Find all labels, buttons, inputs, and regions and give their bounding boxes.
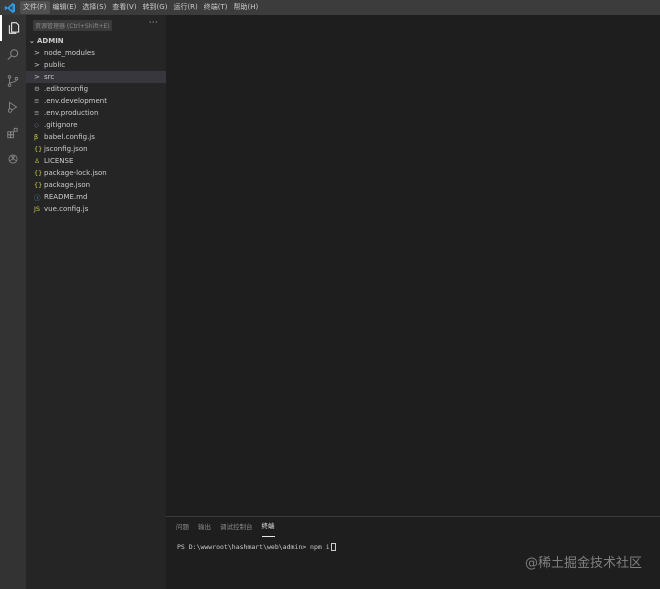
chevron-right-icon: >: [34, 61, 40, 69]
tree-file[interactable]: ◇ .gitignore: [26, 119, 166, 131]
extensions-icon[interactable]: [0, 120, 26, 146]
watermark: @稀土掘金技术社区: [524, 556, 642, 571]
vscode-logo-icon: [0, 0, 20, 15]
chevron-right-icon: >: [34, 73, 40, 81]
panel-tab[interactable]: 调试控制台: [220, 517, 253, 537]
tree-folder[interactable]: > public: [26, 59, 166, 71]
file-type-icon: ≡: [34, 109, 40, 117]
tree-item-label: babel.config.js: [44, 133, 95, 141]
file-type-icon: ⓘ: [34, 194, 41, 202]
panel-tab[interactable]: 问题: [176, 517, 189, 537]
tree-item-label: README.md: [44, 193, 88, 201]
tree-file[interactable]: {} jsconfig.json: [26, 143, 166, 155]
terminal-output[interactable]: PS D:\wwwroot\hashmart\web\admin> npm i: [177, 543, 336, 551]
panel-tab[interactable]: 输出: [198, 517, 211, 537]
tree-file[interactable]: ⓘ README.md: [26, 191, 166, 203]
panel-tabs: 问题 输出 调试控制台 终端: [166, 517, 660, 537]
tree-item-label: .gitignore: [44, 121, 78, 129]
sidebar-title: 资源管理器 (Ctrl+Shift+E): [33, 19, 112, 31]
tree-item-label: vue.config.js: [44, 205, 89, 213]
menu-bar: 文件(F) 编辑(E) 选择(S) 查看(V) 转到(G) 运行(R) 终端(T) 帮助(H): [20, 0, 261, 15]
explorer-icon[interactable]: [0, 15, 26, 41]
file-type-icon: β: [34, 133, 39, 141]
title-bar: 文件(F) 编辑(E) 选择(S) 查看(V) 转到(G) 运行(R) 终端(T) 帮助(H): [0, 0, 660, 15]
terminal-command-line: PS D:\wwwroot\hashmart\web\admin> npm i: [177, 543, 330, 551]
menu-item[interactable]: 运行(R): [170, 1, 200, 14]
tree-item-label: public: [44, 61, 66, 69]
menu-item[interactable]: 帮助(H): [231, 1, 262, 14]
file-type-icon: {}: [34, 169, 43, 177]
tree-item-label: .env.development: [44, 97, 107, 105]
menu-item[interactable]: 编辑(E): [50, 1, 80, 14]
menu-item[interactable]: 终端(T): [201, 1, 231, 14]
menu-item[interactable]: 查看(V): [109, 1, 139, 14]
menu-item[interactable]: 转到(G): [140, 1, 171, 14]
sidebar-header: 资源管理器 (Ctrl+Shift+E) ···: [26, 15, 166, 35]
file-type-icon: ♙: [34, 157, 40, 165]
tree-item-label: .editorconfig: [44, 85, 89, 93]
menu-item[interactable]: 文件(F): [20, 1, 50, 14]
tree-file[interactable]: JS vue.config.js: [26, 203, 166, 215]
panel-tab[interactable]: 终端: [261, 517, 275, 537]
workspace-section-header[interactable]: ⌄ ADMIN: [26, 35, 166, 47]
chevron-right-icon: >: [34, 49, 40, 57]
chevron-down-icon: ⌄: [29, 37, 35, 45]
tree-item-label: jsconfig.json: [44, 145, 88, 153]
tree-file[interactable]: ≡ .env.production: [26, 107, 166, 119]
file-type-icon: ⚙: [34, 85, 40, 93]
tree-item-label: src: [44, 73, 55, 81]
workspace-name: ADMIN: [37, 37, 64, 45]
tree-folder[interactable]: > node_modules: [26, 47, 166, 59]
tree-file[interactable]: ⚙ .editorconfig: [26, 83, 166, 95]
editor-area[interactable]: [166, 15, 660, 516]
file-type-icon: {}: [34, 181, 43, 189]
activity-bar: [0, 15, 26, 589]
terminal-cursor: [330, 543, 336, 551]
tree-file[interactable]: {} package.json: [26, 179, 166, 191]
tree-file[interactable]: ≡ .env.development: [26, 95, 166, 107]
tree-item-label: package.json: [44, 181, 91, 189]
search-icon[interactable]: [0, 42, 26, 68]
file-type-icon: ≡: [34, 97, 40, 105]
run-debug-icon[interactable]: [0, 94, 26, 120]
tree-file[interactable]: ♙ LICENSE: [26, 155, 166, 167]
tree-item-label: .env.production: [44, 109, 99, 117]
more-actions-button[interactable]: ···: [149, 18, 158, 27]
explorer-sidebar: 资源管理器 (Ctrl+Shift+E) ··· ⌄ ADMIN > node_m…: [26, 15, 166, 589]
file-tree: > node_modules > public > src ⚙ .editorconfig ≡.…: [26, 47, 166, 215]
tree-item-label: LICENSE: [44, 157, 74, 165]
tree-folder[interactable]: > src: [26, 71, 166, 83]
tree-item-label: node_modules: [44, 49, 95, 57]
menu-item[interactable]: 选择(S): [79, 1, 109, 14]
openai-icon[interactable]: [0, 146, 26, 172]
file-type-icon: {}: [34, 145, 43, 153]
tree-file[interactable]: β babel.config.js: [26, 131, 166, 143]
file-type-icon: JS: [34, 205, 41, 213]
tree-file[interactable]: {} package-lock.json: [26, 167, 166, 179]
tree-item-label: package-lock.json: [44, 169, 107, 177]
file-type-icon: ◇: [34, 121, 39, 129]
source-control-icon[interactable]: [0, 68, 26, 94]
